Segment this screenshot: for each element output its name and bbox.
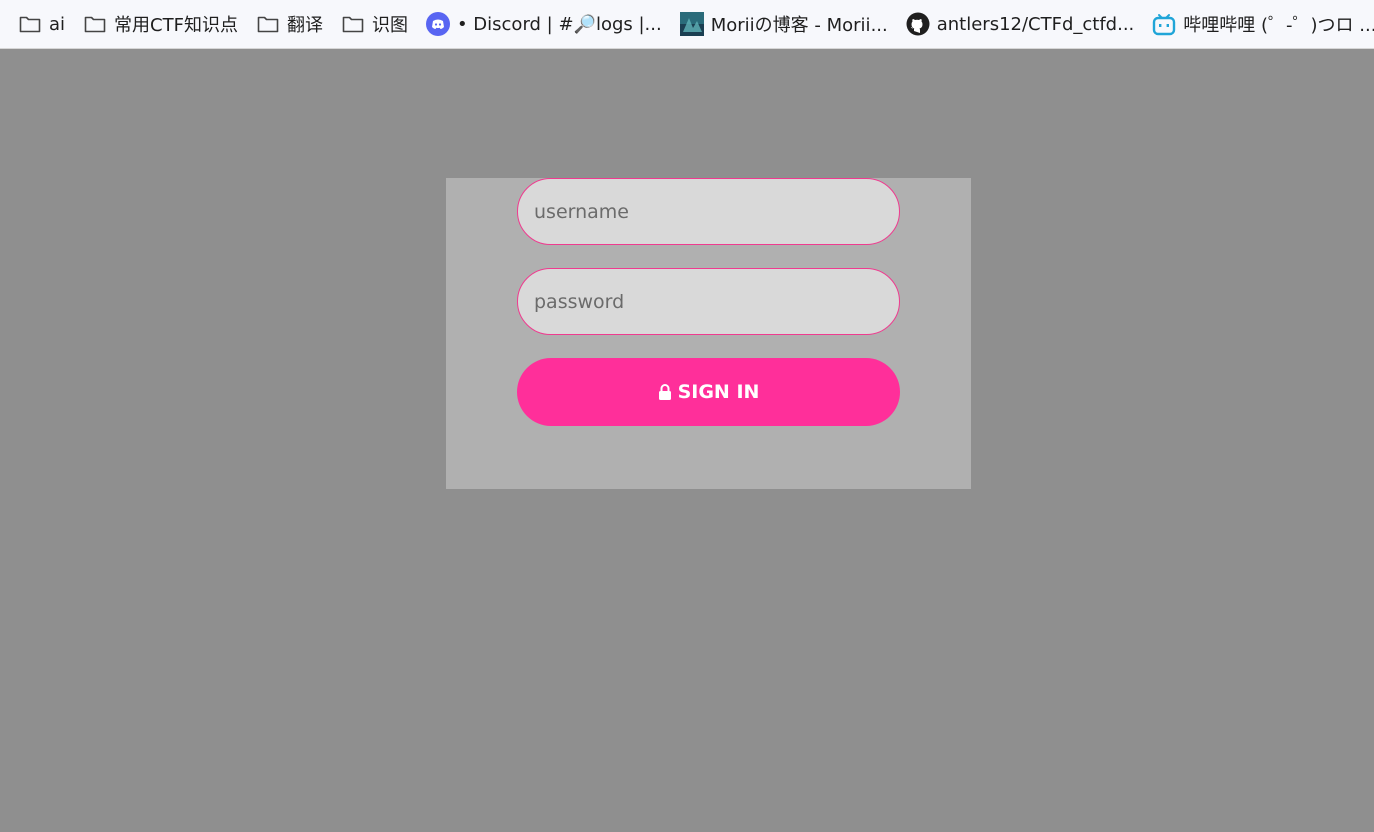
bilibili-icon bbox=[1152, 12, 1176, 36]
folder-icon bbox=[18, 12, 42, 36]
bookmark-label: 翻译 bbox=[286, 15, 323, 36]
sign-in-label: SIGN IN bbox=[677, 381, 760, 403]
username-input[interactable] bbox=[517, 178, 900, 245]
bookmark-discord[interactable]: • Discord | #🔎logs |... bbox=[425, 12, 662, 36]
bookmark-label: Moriiの博客 - Morii... bbox=[710, 15, 888, 36]
folder-icon bbox=[341, 12, 365, 36]
bookmark-github-antlers12[interactable]: antlers12/CTFd_ctfd... bbox=[906, 12, 1135, 36]
site-thumbnail-icon bbox=[679, 12, 704, 36]
bookmark-label: • Discord | #🔎logs |... bbox=[456, 13, 662, 35]
folder-icon bbox=[83, 12, 107, 36]
bookmark-label: ai bbox=[49, 13, 66, 35]
bookmark-ai[interactable]: ai bbox=[18, 12, 65, 36]
github-icon bbox=[906, 12, 930, 36]
bookmark-morii-blog[interactable]: Moriiの博客 - Morii... bbox=[679, 11, 888, 37]
bookmarks-bar: ai 常用CTF知识点 翻译 识图 • Discord | #🔎logs |..… bbox=[0, 0, 1374, 49]
bookmark-bilibili[interactable]: 哔哩哔哩 (゜-゜)つロ ... bbox=[1152, 11, 1374, 37]
bookmark-image-search[interactable]: 识图 bbox=[341, 11, 408, 37]
bookmark-label: 哔哩哔哩 (゜-゜)つロ ... bbox=[1183, 15, 1374, 36]
password-input[interactable] bbox=[517, 268, 900, 335]
bookmark-label: 识图 bbox=[371, 15, 408, 36]
bookmark-ctf-knowledge[interactable]: 常用CTF知识点 bbox=[83, 11, 238, 37]
sign-in-button[interactable]: SIGN IN bbox=[517, 358, 900, 426]
login-panel: SIGN IN bbox=[446, 178, 971, 489]
bookmark-label: 常用CTF知识点 bbox=[114, 15, 238, 36]
folder-icon bbox=[256, 12, 280, 36]
discord-icon bbox=[425, 12, 450, 36]
lock-icon bbox=[658, 383, 672, 401]
bookmark-label: antlers12/CTFd_ctfd... bbox=[936, 13, 1135, 35]
bookmark-translate[interactable]: 翻译 bbox=[256, 11, 323, 37]
